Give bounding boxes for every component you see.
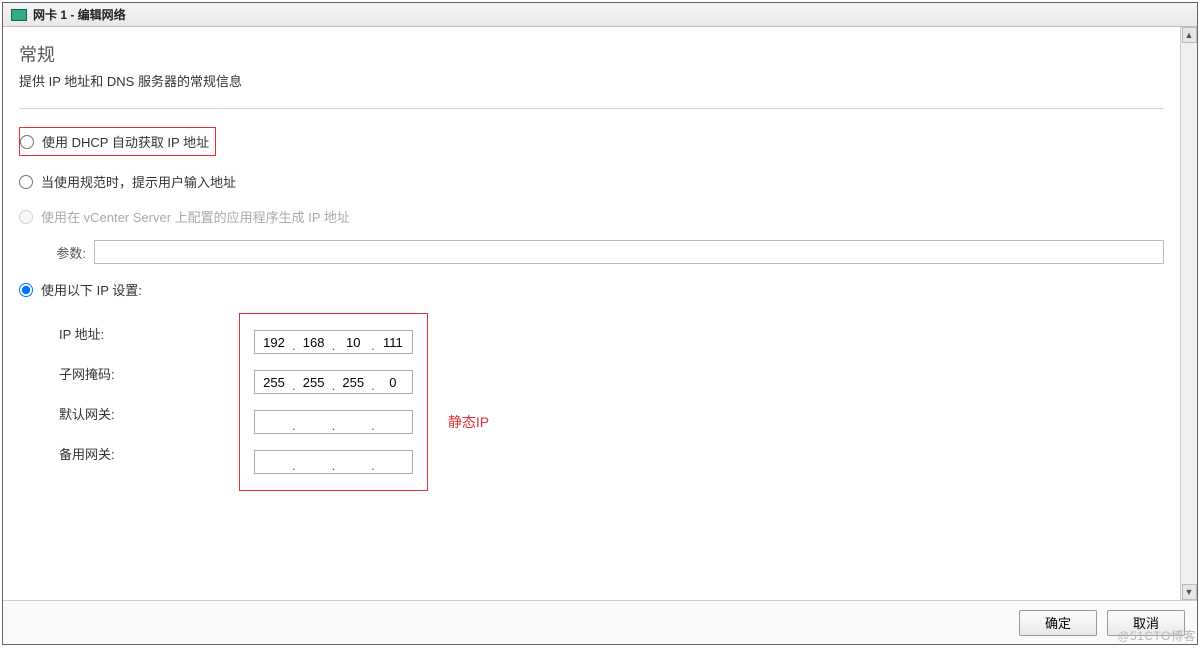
ip-address-o1[interactable] bbox=[257, 333, 291, 352]
alt-gateway-o4[interactable] bbox=[376, 453, 410, 472]
row-ip-address: . . . bbox=[254, 322, 413, 362]
content-area: 常规 提供 IP 地址和 DNS 服务器的常规信息 使用 DHCP 自动获取 I… bbox=[3, 27, 1180, 600]
cancel-button[interactable]: 取消 bbox=[1107, 610, 1185, 636]
dialog-footer: 确定 取消 bbox=[3, 600, 1197, 644]
window-title: 网卡 1 - 编辑网络 bbox=[33, 6, 126, 23]
dialog-window: 网卡 1 - 编辑网络 常规 提供 IP 地址和 DNS 服务器的常规信息 使用… bbox=[2, 2, 1198, 645]
label-static: 使用以下 IP 设置: bbox=[41, 280, 142, 299]
radio-prompt[interactable] bbox=[19, 175, 33, 189]
highlight-static-ip: . . . . . bbox=[239, 313, 428, 491]
vertical-scrollbar[interactable]: ▲ ▼ bbox=[1180, 27, 1197, 600]
param-row: 参数: bbox=[19, 234, 1164, 272]
row-alt-gateway: . . . bbox=[254, 442, 413, 482]
row-subnet-mask: . . . bbox=[254, 362, 413, 402]
gateway-o2[interactable] bbox=[297, 413, 331, 432]
mask-o3[interactable] bbox=[336, 373, 370, 392]
scroll-up-icon[interactable]: ▲ bbox=[1182, 27, 1197, 43]
titlebar: 网卡 1 - 编辑网络 bbox=[3, 3, 1197, 27]
dot-icon: . bbox=[291, 378, 297, 393]
scroll-down-icon[interactable]: ▼ bbox=[1182, 584, 1197, 600]
label-default-gateway: 默认网关: bbox=[59, 393, 239, 433]
gateway-o3[interactable] bbox=[336, 413, 370, 432]
gateway-o1[interactable] bbox=[257, 413, 291, 432]
alt-gateway-o3[interactable] bbox=[336, 453, 370, 472]
row-default-gateway: . . . bbox=[254, 402, 413, 442]
option-vcenter-row: 使用在 vCenter Server 上配置的应用程序生成 IP 地址 bbox=[19, 199, 1164, 234]
option-static-row: 使用以下 IP 设置: bbox=[19, 272, 1164, 307]
radio-dhcp[interactable] bbox=[20, 135, 34, 149]
dot-icon: . bbox=[370, 338, 376, 353]
dot-icon: . bbox=[370, 458, 376, 473]
ip-address-o3[interactable] bbox=[336, 333, 370, 352]
label-prompt: 当使用规范时，提示用户输入地址 bbox=[41, 172, 236, 191]
alt-gateway-o2[interactable] bbox=[297, 453, 331, 472]
input-default-gateway[interactable]: . . . bbox=[254, 410, 413, 434]
option-prompt-row: 当使用规范时，提示用户输入地址 bbox=[19, 164, 1164, 199]
annotation-static-ip: 静态IP bbox=[448, 412, 489, 432]
dot-icon: . bbox=[291, 418, 297, 433]
ip-settings: IP 地址: 子网掩码: 默认网关: 备用网关: . . . bbox=[19, 313, 1164, 491]
radio-vcenter bbox=[19, 210, 33, 224]
label-subnet-mask: 子网掩码: bbox=[59, 353, 239, 393]
network-card-icon bbox=[11, 9, 27, 21]
ip-address-o4[interactable] bbox=[376, 333, 410, 352]
section-title: 常规 bbox=[19, 41, 1164, 67]
dot-icon: . bbox=[331, 338, 337, 353]
gateway-o4[interactable] bbox=[376, 413, 410, 432]
mask-o1[interactable] bbox=[257, 373, 291, 392]
option-dhcp-row: 使用 DHCP 自动获取 IP 地址 bbox=[19, 119, 1164, 164]
dot-icon: . bbox=[331, 378, 337, 393]
param-input bbox=[94, 240, 1164, 264]
ip-labels-column: IP 地址: 子网掩码: 默认网关: 备用网关: bbox=[59, 313, 239, 473]
mask-o4[interactable] bbox=[376, 373, 410, 392]
input-alt-gateway[interactable]: . . . bbox=[254, 450, 413, 474]
dot-icon: . bbox=[291, 338, 297, 353]
divider bbox=[19, 108, 1164, 109]
dot-icon: . bbox=[331, 458, 337, 473]
alt-gateway-o1[interactable] bbox=[257, 453, 291, 472]
radio-static[interactable] bbox=[19, 283, 33, 297]
ip-address-o2[interactable] bbox=[297, 333, 331, 352]
label-ip-address: IP 地址: bbox=[59, 313, 239, 353]
mask-o2[interactable] bbox=[297, 373, 331, 392]
dot-icon: . bbox=[291, 458, 297, 473]
highlight-dhcp: 使用 DHCP 自动获取 IP 地址 bbox=[19, 127, 216, 156]
label-alt-gateway: 备用网关: bbox=[59, 433, 239, 473]
dot-icon: . bbox=[370, 378, 376, 393]
dot-icon: . bbox=[370, 418, 376, 433]
dot-icon: . bbox=[331, 418, 337, 433]
section-description: 提供 IP 地址和 DNS 服务器的常规信息 bbox=[19, 71, 1164, 90]
input-ip-address[interactable]: . . . bbox=[254, 330, 413, 354]
input-subnet-mask[interactable]: . . . bbox=[254, 370, 413, 394]
ok-button[interactable]: 确定 bbox=[1019, 610, 1097, 636]
content-wrapper: 常规 提供 IP 地址和 DNS 服务器的常规信息 使用 DHCP 自动获取 I… bbox=[3, 27, 1197, 600]
label-vcenter: 使用在 vCenter Server 上配置的应用程序生成 IP 地址 bbox=[41, 207, 350, 226]
label-dhcp: 使用 DHCP 自动获取 IP 地址 bbox=[42, 132, 209, 151]
param-label: 参数: bbox=[47, 243, 86, 262]
